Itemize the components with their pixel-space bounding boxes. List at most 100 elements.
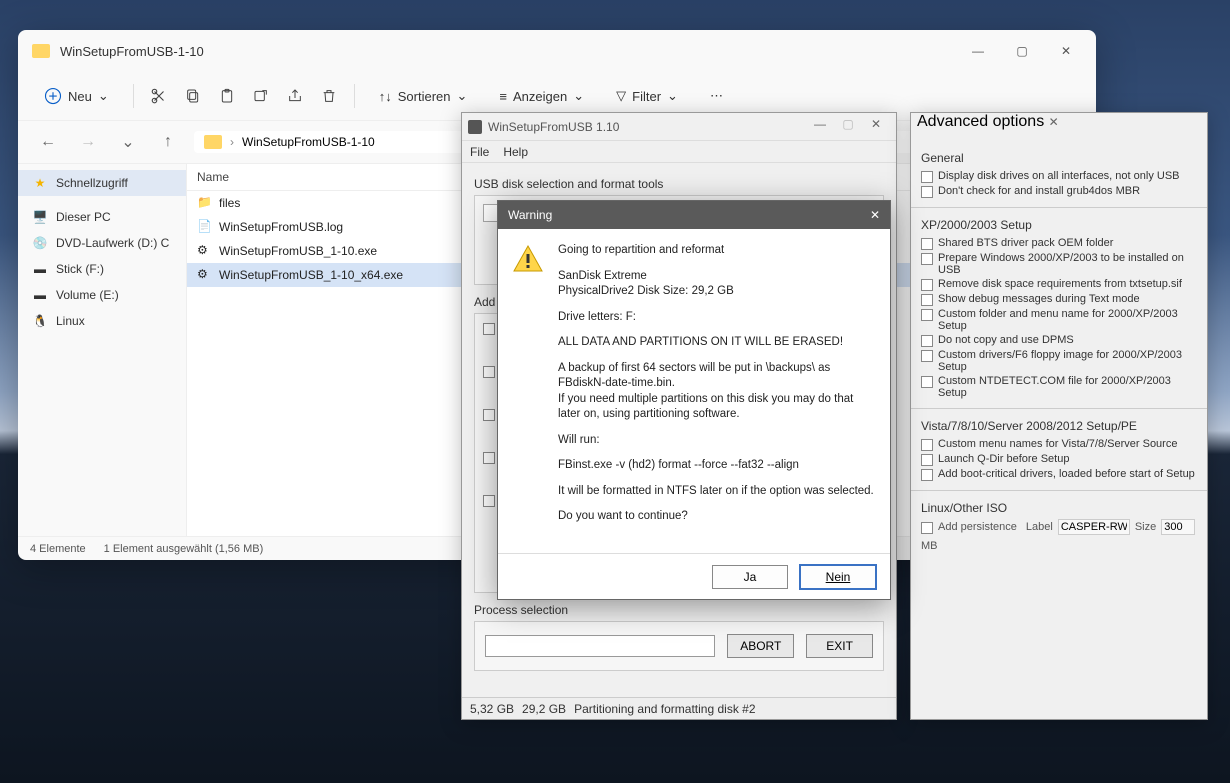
- yes-button[interactable]: Ja: [712, 565, 788, 589]
- sidebar-item-quickaccess[interactable]: ★Schnellzugriff: [18, 170, 186, 196]
- sidebar-item-dvd[interactable]: 💿DVD-Laufwerk (D:) C: [18, 230, 186, 256]
- adv-titlebar[interactable]: Advanced options ✕: [911, 113, 1207, 141]
- list-icon: ≡: [499, 89, 507, 104]
- sidebar-item-linux[interactable]: 🐧Linux: [18, 308, 186, 334]
- close-button[interactable]: ✕: [862, 117, 890, 137]
- chevron-down-icon: ⌄: [573, 88, 584, 104]
- checkbox[interactable]: [921, 171, 933, 183]
- menu-help[interactable]: Help: [503, 145, 528, 159]
- delete-icon[interactable]: [320, 87, 338, 105]
- checkbox[interactable]: [921, 469, 933, 481]
- divider: [354, 84, 355, 108]
- checkbox[interactable]: [921, 279, 933, 291]
- star-icon: ★: [32, 175, 48, 191]
- sort-button[interactable]: ↑↓Sortieren⌄: [371, 82, 476, 110]
- section-linux-label: Linux/Other ISO: [921, 501, 1197, 515]
- warning-titlebar[interactable]: Warning ✕: [498, 201, 890, 229]
- section-vista-label: Vista/7/8/10/Server 2008/2012 Setup/PE: [921, 419, 1197, 433]
- status-msg: Partitioning and formatting disk #2: [574, 702, 755, 716]
- window-title: WinSetupFromUSB-1-10: [60, 44, 956, 59]
- warning-icon: [512, 243, 544, 549]
- abort-button[interactable]: ABORT: [727, 634, 794, 658]
- chevron-down-icon: ⌄: [457, 88, 468, 104]
- checkbox[interactable]: [483, 366, 495, 378]
- status-size1: 5,32 GB: [470, 702, 514, 716]
- chevron-down-icon: ⌄: [98, 88, 109, 104]
- filter-button[interactable]: ▽Filter⌄: [608, 82, 686, 110]
- checkbox[interactable]: [921, 253, 933, 265]
- cut-icon[interactable]: [150, 87, 168, 105]
- no-button[interactable]: Nein: [800, 565, 876, 589]
- forward-button[interactable]: →: [74, 128, 102, 156]
- maximize-button[interactable]: ▢: [1000, 35, 1044, 67]
- warning-buttons: Ja Nein: [498, 553, 890, 599]
- section-general-label: General: [921, 151, 1197, 165]
- size-unit: MB: [921, 540, 938, 552]
- divider: [133, 84, 134, 108]
- menu-file[interactable]: File: [470, 145, 489, 159]
- copy-icon[interactable]: [184, 87, 202, 105]
- more-button[interactable]: ⋯: [702, 82, 731, 110]
- pc-icon: 🖥️: [32, 209, 48, 225]
- status-count: 4 Elemente: [30, 543, 86, 555]
- disc-icon: 💿: [32, 235, 48, 251]
- sidebar-item-volume-e[interactable]: ▬Volume (E:): [18, 282, 186, 308]
- menubar: File Help: [462, 141, 896, 163]
- sidebar-item-thispc[interactable]: 🖥️Dieser PC: [18, 204, 186, 230]
- checkbox[interactable]: [921, 294, 933, 306]
- view-button[interactable]: ≡Anzeigen⌄: [491, 82, 592, 110]
- minimize-button[interactable]: —: [956, 35, 1000, 67]
- col-name-header[interactable]: Name: [197, 170, 447, 184]
- wsfu-titlebar[interactable]: WinSetupFromUSB 1.10 — ▢ ✕: [462, 113, 896, 141]
- exe-icon: ⚙: [197, 267, 213, 283]
- wsfu-statusbar: 5,32 GB 29,2 GB Partitioning and formatt…: [462, 697, 896, 719]
- checkbox[interactable]: [921, 376, 933, 388]
- checkbox[interactable]: [921, 454, 933, 466]
- close-button[interactable]: ✕: [1049, 115, 1059, 129]
- warning-dialog: Warning ✕ Going to repartition and refor…: [497, 200, 891, 600]
- plus-icon: [44, 87, 62, 105]
- share-icon[interactable]: [286, 87, 304, 105]
- window-title: Advanced options: [917, 113, 1044, 130]
- checkbox[interactable]: [921, 439, 933, 451]
- checkbox[interactable]: [483, 323, 495, 335]
- checkbox[interactable]: [921, 335, 933, 347]
- folder-icon: 📁: [197, 195, 213, 211]
- warning-text: Going to repartition and reformat SanDis…: [558, 243, 876, 549]
- minimize-button[interactable]: —: [806, 117, 834, 137]
- explorer-sidebar: ★Schnellzugriff 🖥️Dieser PC 💿DVD-Laufwer…: [18, 164, 186, 536]
- breadcrumb-label: WinSetupFromUSB-1-10: [242, 135, 375, 149]
- back-button[interactable]: ←: [34, 128, 62, 156]
- chevron-down-icon: ⌄: [667, 88, 678, 104]
- checkbox[interactable]: [921, 186, 933, 198]
- checkbox[interactable]: [921, 522, 933, 534]
- paste-icon[interactable]: [218, 87, 236, 105]
- app-icon: [468, 120, 482, 134]
- close-button[interactable]: ✕: [1044, 35, 1088, 67]
- sidebar-item-stick-f[interactable]: ▬Stick (F:): [18, 256, 186, 282]
- label-input[interactable]: [1058, 519, 1130, 535]
- size-input[interactable]: [1161, 519, 1195, 535]
- new-button[interactable]: Neu ⌄: [36, 81, 117, 111]
- exit-button[interactable]: EXIT: [806, 634, 873, 658]
- warning-title: Warning: [508, 208, 870, 222]
- chevron-right-icon: ›: [230, 135, 234, 149]
- size-caption: Size: [1135, 521, 1156, 533]
- checkbox[interactable]: [483, 409, 495, 421]
- up-button[interactable]: ↑: [154, 128, 182, 156]
- checkbox[interactable]: [921, 309, 933, 321]
- checkbox[interactable]: [921, 350, 933, 362]
- close-button[interactable]: ✕: [870, 208, 880, 222]
- checkbox[interactable]: [483, 495, 495, 507]
- label-caption: Label: [1026, 521, 1053, 533]
- recent-button[interactable]: ⌄: [114, 128, 142, 156]
- checkbox[interactable]: [921, 238, 933, 250]
- folder-icon: [204, 135, 222, 149]
- checkbox[interactable]: [483, 452, 495, 464]
- rename-icon[interactable]: [252, 87, 270, 105]
- tux-icon: 🐧: [32, 313, 48, 329]
- maximize-button[interactable]: ▢: [834, 117, 862, 137]
- progress-bar: [485, 635, 715, 657]
- explorer-titlebar[interactable]: WinSetupFromUSB-1-10 — ▢ ✕: [18, 30, 1096, 72]
- process-group: ABORT EXIT: [474, 621, 884, 671]
